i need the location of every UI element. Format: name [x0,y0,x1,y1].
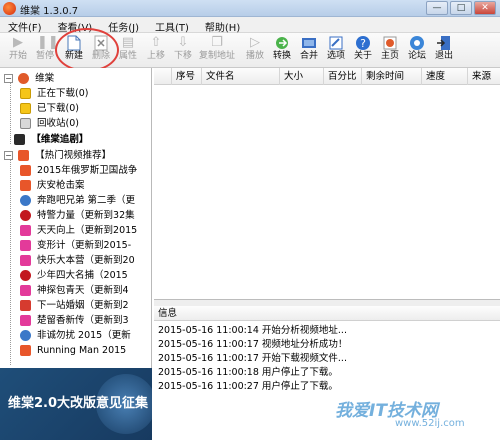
tree-root[interactable]: − 维棠 [4,71,54,86]
column-percent[interactable]: 百分比 [324,68,362,85]
arrow-right-icon [18,150,30,161]
checkbox-column[interactable] [154,68,172,85]
copy-address-icon: ❐ [211,35,223,50]
minimize-button[interactable]: — [426,1,448,15]
sidebar-item-hot-videos[interactable]: − 【热门视频推荐】 [4,148,111,163]
move-down-button[interactable]: ⇩ 下移 [171,35,195,66]
pause-icon: ❚❚ [37,35,59,50]
video-item[interactable]: 少年四大名捕（2015 [20,268,128,283]
log-line: 2015-05-16 11:00:17 视频地址分析成功！ [158,339,348,350]
video-item[interactable]: 特警力量（更新到32集 [20,208,135,223]
close-button[interactable]: ✕ [474,1,496,15]
video-item[interactable]: 奔跑吧兄弟 第二季（更 [20,193,135,208]
app-logo-icon [18,73,30,84]
list-header: 序号 文件名 大小 百分比 剩余时间 速度 来源 [154,68,500,85]
properties-button[interactable]: ▤ 属性 [116,35,140,66]
video-site-icon [20,315,31,326]
video-site-icon [20,195,31,206]
sidebar-item-downloaded[interactable]: 已下载(0) [20,101,79,116]
video-play-icon: ▷ [250,35,260,50]
log-line: 2015-05-16 11:00:14 开始分析视频地址... [158,325,347,336]
pause-button[interactable]: ❚❚ 暂停 [33,35,59,66]
watermark: 我爱IT技术网 www.52ij.com [335,396,495,436]
exit-icon [436,35,452,51]
maximize-button[interactable]: □ [450,1,472,15]
video-item[interactable]: 天天向上（更新到2015 [20,223,137,238]
collapse-icon[interactable]: − [4,74,13,83]
video-site-icon [20,270,31,281]
window-title: 维棠 1.3.0.7 [20,6,79,17]
video-item[interactable]: 下一站婚姻（更新到2 [20,298,129,313]
video-item[interactable]: 快乐大本营（更新到20 [20,253,135,268]
video-site-icon [20,240,31,251]
sidebar-item-recycle-bin[interactable]: 回收站(0) [20,116,79,131]
watermark-url: www.52ij.com [395,418,465,429]
about-icon: ? [355,35,371,51]
video-site-icon [20,255,31,266]
column-index[interactable]: 序号 [172,68,202,85]
move-up-icon: ⇧ [150,35,162,50]
merge-icon [301,35,317,51]
video-site-icon [20,285,31,296]
trash-icon [20,118,31,129]
log-line: 2015-05-16 11:00:17 开始下载视频文件... [158,353,347,364]
forum-icon [409,35,425,51]
copy-address-button[interactable]: ❐ 复制地址 [199,35,235,66]
options-icon [328,35,344,51]
info-header: 信息 [154,306,500,321]
menu-task[interactable]: 任务(J) [100,17,147,34]
tv-icon [14,134,25,145]
menu-tools[interactable]: 工具(T) [147,17,197,34]
video-site-icon [20,210,31,221]
video-item[interactable]: 变形计（更新到2015- [20,238,131,253]
promo-banner[interactable]: 维棠2.0大改版意见征集 [0,368,152,440]
video-site-icon [20,300,31,311]
arrow-right-icon [20,345,31,356]
column-filename[interactable]: 文件名 [202,68,280,85]
video-item[interactable]: 非诚勿扰 2015（更新 [20,328,131,343]
video-item[interactable]: 楚留香新传（更新到3 [20,313,129,328]
svg-text:?: ? [360,37,366,50]
convert-icon [274,35,290,51]
play-icon: ▶ [13,35,23,50]
new-button-highlight [55,28,119,72]
arrow-right-icon [20,165,31,176]
column-size[interactable]: 大小 [280,68,324,85]
video-item[interactable]: 2015年俄罗斯卫国战争 [20,163,137,178]
video-item[interactable]: 庆安枪击案 [20,178,85,193]
arrow-right-icon [20,180,31,191]
sidebar-tree: − 维棠 正在下载(0) 已下载(0) 回收站(0) 【维棠追剧】 − 【热门视… [0,68,152,368]
folder-icon [20,88,31,99]
menu-help[interactable]: 帮助(H) [197,17,248,34]
video-item[interactable]: Running Man 2015 [20,343,126,358]
title-bar: 维棠 1.3.0.7 — □ ✕ [0,0,500,17]
banner-text: 维棠2.0大改版意见征集 [8,396,149,411]
video-site-icon [20,225,31,236]
column-source[interactable]: 来源 [468,68,500,85]
properties-icon: ▤ [121,35,135,50]
collapse-icon[interactable]: − [4,151,13,160]
video-item[interactable]: 神探包青天（更新到4 [20,283,129,298]
log-line: 2015-05-16 11:00:27 用户停止了下载。 [158,381,338,392]
sidebar-item-follow-series[interactable]: 【维棠追剧】 [14,132,88,147]
exit-button[interactable]: 退出 [432,35,456,66]
folder-icon [20,103,31,114]
video-site-icon [20,330,31,341]
menu-file[interactable]: 文件(F) [0,17,50,34]
download-list[interactable]: 序号 文件名 大小 百分比 剩余时间 速度 来源 [154,68,500,300]
sidebar-item-downloading[interactable]: 正在下载(0) [20,86,89,101]
column-remaining-time[interactable]: 剩余时间 [362,68,422,85]
column-speed[interactable]: 速度 [422,68,468,85]
app-logo-icon [3,2,16,15]
move-down-icon: ⇩ [177,35,189,50]
log-line: 2015-05-16 11:00:18 用户停止了下载。 [158,367,338,378]
home-icon [382,35,398,51]
